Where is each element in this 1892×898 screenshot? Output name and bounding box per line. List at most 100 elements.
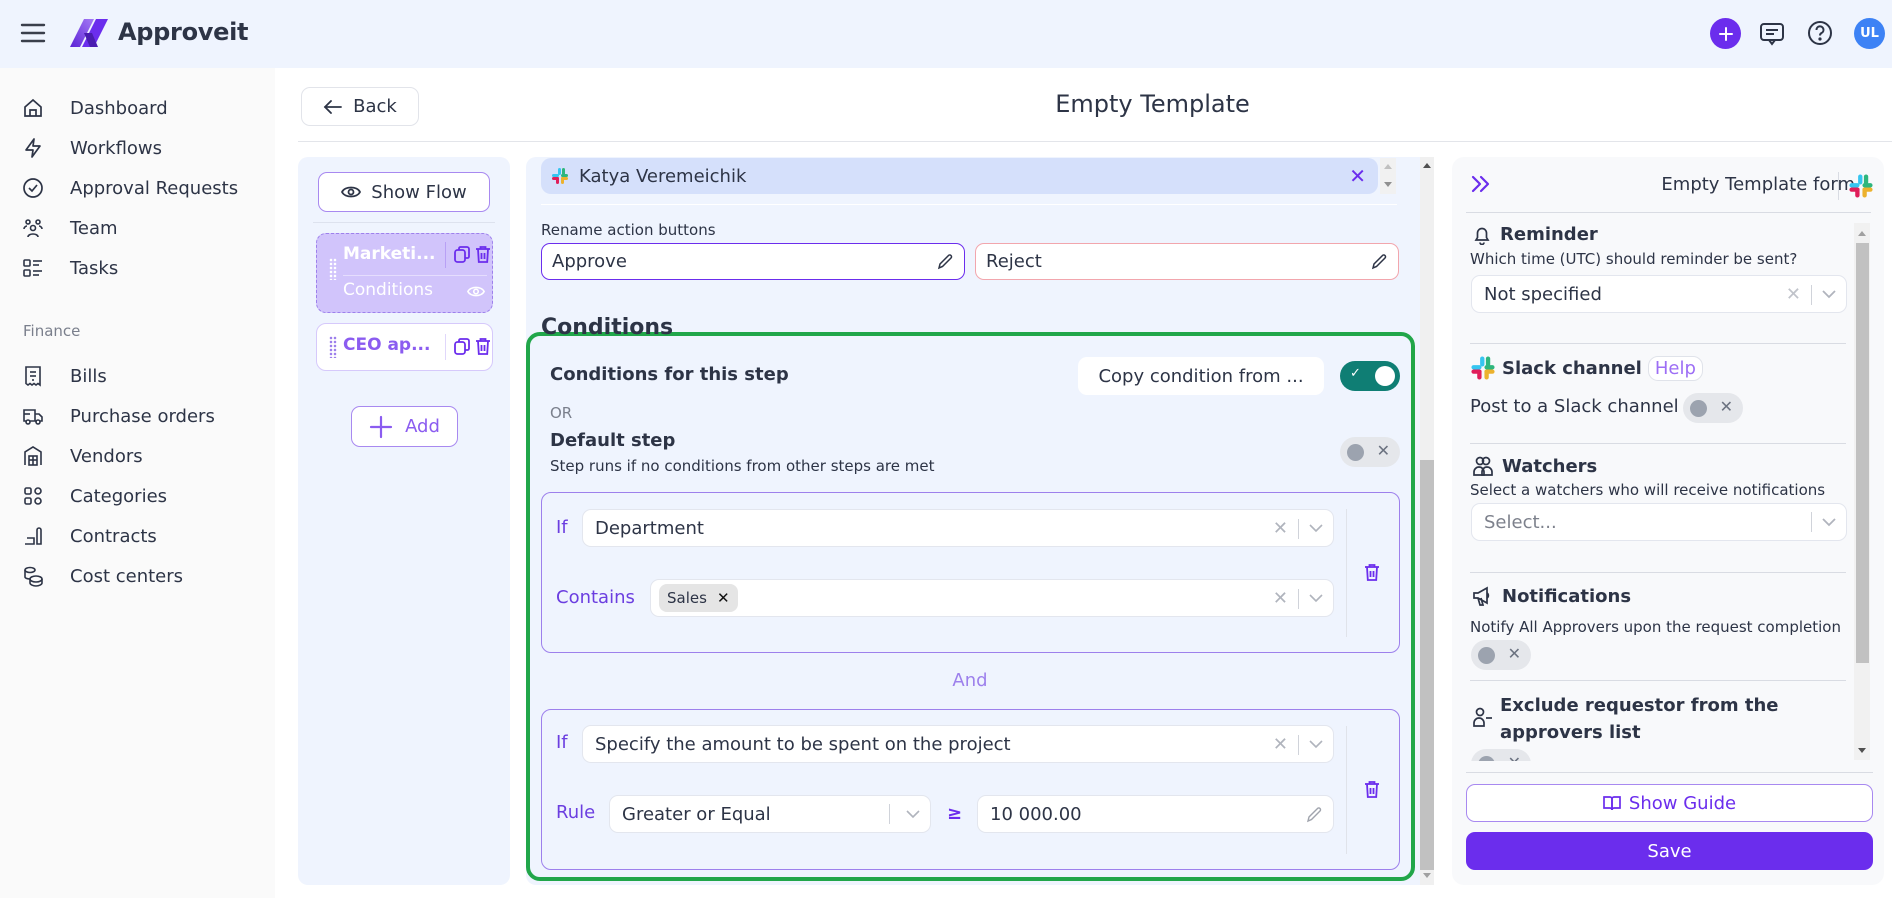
copy-icon[interactable] <box>453 245 471 264</box>
help-icon[interactable] <box>1806 19 1834 47</box>
drag-handle-icon[interactable] <box>329 336 337 358</box>
amount-value: 10 000.00 <box>990 803 1082 825</box>
clear-icon[interactable]: ✕ <box>1273 734 1288 755</box>
scroll-down-icon[interactable] <box>1858 748 1866 753</box>
approve-label-input[interactable]: Approve <box>541 243 965 280</box>
post-to-slack-toggle[interactable]: ✕ <box>1683 393 1743 423</box>
sidebar-item-categories[interactable]: Categories <box>22 480 167 512</box>
toggle-knob <box>1347 444 1364 461</box>
settings-scrollbar[interactable] <box>1854 223 1870 760</box>
exclude-requestor-toggle[interactable]: ✕ <box>1471 749 1531 761</box>
chevron-down-icon[interactable] <box>1822 290 1836 299</box>
approver-chip: Katya Veremeichik ✕ <box>541 158 1378 194</box>
notifications-description: Notify All Approvers upon the request co… <box>1470 618 1841 636</box>
sidebar-item-tasks[interactable]: Tasks <box>22 252 118 284</box>
section-divider <box>1470 572 1846 573</box>
condition-field-select[interactable]: Department ✕ <box>582 509 1334 547</box>
save-button[interactable]: Save <box>1466 832 1873 870</box>
conditions-toggle[interactable]: ✓ <box>1340 361 1400 391</box>
user-avatar[interactable]: UL <box>1854 18 1885 49</box>
chevron-down-icon[interactable] <box>906 809 920 819</box>
pencil-icon[interactable] <box>936 253 954 271</box>
scroll-up-icon[interactable] <box>1384 164 1392 169</box>
close-icon: ✕ <box>1719 397 1733 416</box>
sidebar-item-dashboard[interactable]: Dashboard <box>22 92 168 124</box>
close-icon: ✕ <box>1376 441 1390 460</box>
if-label: If <box>556 517 568 538</box>
amount-input[interactable]: 10 000.00 <box>977 795 1334 833</box>
watchers-icon <box>1473 456 1493 476</box>
condition-values-select[interactable]: Sales ✕ ✕ <box>650 579 1334 617</box>
watchers-select[interactable]: Select... <box>1471 503 1847 541</box>
sidebar-item-approval-requests[interactable]: Approval Requests <box>22 172 238 204</box>
field-value: Department <box>595 517 704 539</box>
clear-icon[interactable]: ✕ <box>1786 284 1801 305</box>
plus-icon <box>1718 26 1733 41</box>
copy-icon[interactable] <box>453 337 471 356</box>
grid-icon <box>22 485 44 507</box>
create-button[interactable] <box>1710 18 1741 49</box>
step-editor-scrollbar[interactable] <box>1420 157 1434 885</box>
show-flow-label: Show Flow <box>371 181 467 203</box>
chevron-down-icon[interactable] <box>1309 594 1323 603</box>
sidebar-item-contracts[interactable]: Contracts <box>22 520 157 552</box>
drag-handle-icon[interactable] <box>329 258 337 280</box>
panel-divider <box>1466 212 1871 213</box>
select-separator <box>889 804 890 824</box>
scroll-down-icon[interactable] <box>1423 873 1431 878</box>
if-label: If <box>556 732 568 753</box>
collapse-panel-icon[interactable] <box>1470 173 1492 195</box>
delete-rule-icon[interactable] <box>1364 780 1382 800</box>
sidebar-item-bills[interactable]: Bills <box>22 360 107 392</box>
eye-icon <box>341 186 362 198</box>
sidebar-item-workflows[interactable]: Workflows <box>22 132 162 164</box>
condition-field-select[interactable]: Specify the amount to be spent on the pr… <box>582 725 1334 763</box>
reminder-value: Not specified <box>1484 283 1602 305</box>
operator-value: Greater or Equal <box>622 803 771 825</box>
slack-help-button[interactable]: Help <box>1647 355 1703 381</box>
approver-list-scrollbar[interactable] <box>1380 158 1396 194</box>
coins-icon <box>22 565 44 587</box>
scroll-up-icon[interactable] <box>1423 163 1431 168</box>
clear-icon[interactable]: ✕ <box>1273 588 1288 609</box>
clear-icon[interactable]: ✕ <box>1273 518 1288 539</box>
show-guide-button[interactable]: Show Guide <box>1466 784 1873 822</box>
scrollbar-thumb[interactable] <box>1856 243 1869 663</box>
step-card-ceo[interactable]: CEO ap... <box>316 323 493 371</box>
remove-approver-icon[interactable]: ✕ <box>1349 164 1366 188</box>
scroll-down-icon[interactable] <box>1384 182 1392 187</box>
back-button[interactable]: Back <box>301 87 419 126</box>
slack-icon[interactable] <box>1848 173 1874 199</box>
trash-icon[interactable] <box>475 337 491 356</box>
add-step-button[interactable]: Add <box>351 406 458 447</box>
default-step-toggle[interactable]: ✕ <box>1340 437 1400 467</box>
remove-tag-icon[interactable]: ✕ <box>717 589 730 607</box>
sidebar-item-purchase-orders[interactable]: Purchase orders <box>22 400 215 432</box>
rule-divider <box>1346 726 1347 854</box>
trash-icon[interactable] <box>475 245 491 264</box>
chevron-down-icon[interactable] <box>1309 524 1323 533</box>
copy-condition-button[interactable]: Copy condition from ... <box>1078 357 1324 395</box>
operator-symbol: ≥ <box>947 803 963 824</box>
menu-icon[interactable] <box>20 22 46 44</box>
scrollbar-thumb[interactable] <box>1420 460 1434 870</box>
chevron-down-icon[interactable] <box>1309 740 1323 749</box>
notify-approvers-toggle[interactable]: ✕ <box>1471 640 1531 670</box>
chat-icon[interactable] <box>1758 20 1786 48</box>
sidebar-item-cost-centers[interactable]: Cost centers <box>22 560 183 592</box>
chevron-down-icon[interactable] <box>1822 517 1836 527</box>
operator-select[interactable]: Greater or Equal <box>609 795 931 833</box>
section-divider <box>1470 443 1846 444</box>
reject-label-input[interactable]: Reject <box>975 243 1399 280</box>
sidebar-item-team[interactable]: Team <box>22 212 118 244</box>
delete-rule-icon[interactable] <box>1364 563 1382 583</box>
pencil-icon[interactable] <box>1305 806 1323 824</box>
show-flow-button[interactable]: Show Flow <box>318 172 490 212</box>
sidebar-item-vendors[interactable]: Vendors <box>22 440 143 472</box>
eye-icon[interactable] <box>467 285 485 298</box>
step-card-marketing[interactable]: Marketi... Conditions <box>316 233 493 313</box>
reminder-time-select[interactable]: Not specified ✕ <box>1471 275 1847 313</box>
pencil-icon[interactable] <box>1370 253 1388 271</box>
brand-name: Approveit <box>118 18 249 46</box>
scroll-up-icon[interactable] <box>1858 231 1866 236</box>
